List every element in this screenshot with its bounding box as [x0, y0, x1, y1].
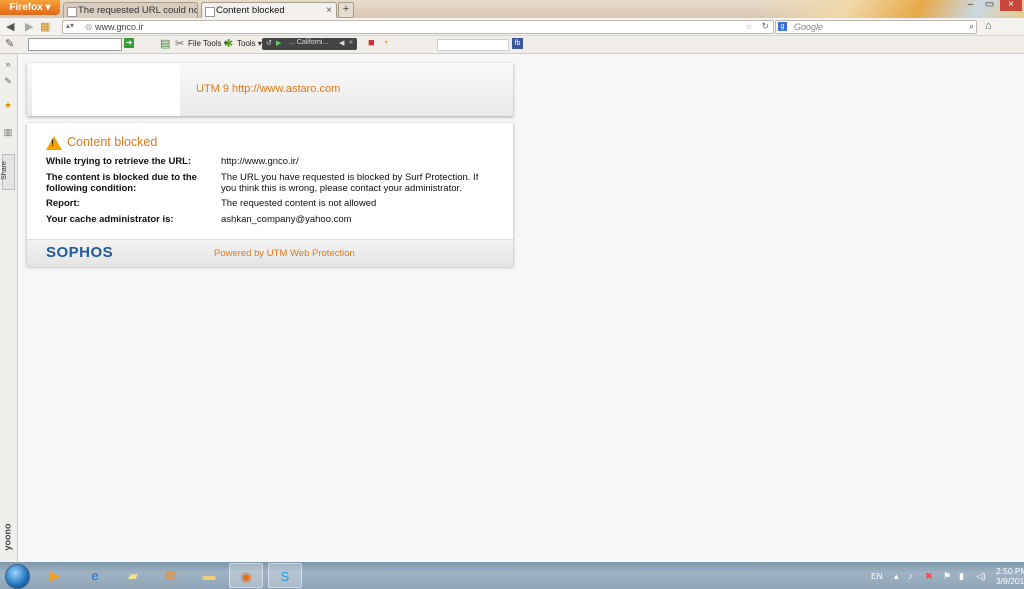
clock[interactable]: 2:50 PM 3/9/2013	[996, 566, 1024, 586]
windows-taskbar: ▶ e ▰ ✉ ▬ ◉ S EN ▴ ♪ ✖ ⚑ ▮ ◁) 2:50 PM 3/…	[0, 562, 1024, 589]
file-tools-menu[interactable]: File Tools ▾	[188, 39, 228, 48]
blocked-message-panel: ! Content blocked While trying to retrie…	[27, 123, 513, 267]
back-icon[interactable]: ◀	[6, 20, 14, 33]
search-bar[interactable]: g Google ⌕	[775, 20, 977, 34]
pacman-icon[interactable]: ◔	[382, 37, 389, 49]
outlook-icon[interactable]: ✉	[154, 563, 188, 588]
clock-time: 2:50 PM	[996, 566, 1024, 576]
network-error-icon[interactable]: ✖	[925, 571, 933, 582]
clock-date: 3/9/2013	[996, 576, 1024, 586]
warning-icon	[46, 136, 62, 150]
volume-icon[interactable]: ◀	[339, 39, 344, 47]
search-input[interactable]: Google	[794, 21, 823, 33]
pen-icon[interactable]: ✎	[5, 37, 14, 50]
globe-icon: ◎	[85, 22, 92, 31]
document-icon[interactable]: ▤	[160, 37, 170, 50]
close-window-button[interactable]: ×	[1000, 0, 1022, 11]
tab-content-blocked[interactable]: Content blocked ×	[201, 2, 337, 18]
admin-email: ashkan_company@yahoo.com	[221, 214, 352, 225]
language-indicator[interactable]: EN	[871, 571, 883, 581]
search-engine-icon[interactable]: g	[778, 22, 787, 31]
toolbar-search-input[interactable]	[437, 39, 509, 51]
addon-icon[interactable]: ■	[368, 37, 375, 49]
next-icon[interactable]: »	[349, 39, 353, 46]
facebook-button[interactable]: fb	[512, 38, 523, 49]
bookmark-star-icon[interactable]: ☆	[745, 21, 753, 32]
signal-icon[interactable]: ▮	[959, 571, 964, 582]
sophos-logo: SOPHOS	[46, 244, 114, 261]
file-tools-icon: ✂	[175, 38, 185, 50]
page-title: Content blocked	[67, 135, 158, 149]
new-tab-button[interactable]: +	[338, 2, 354, 18]
tools-menu[interactable]: Tools ▾	[237, 39, 262, 48]
panel-footer: SOPHOS Powered by UTM Web Protection	[27, 239, 513, 267]
navigation-bar: ◀ ▶ ▦ ▴▾ ◎ www.gnco.ir ☆ ↻ g Google ⌕ ⌂	[0, 18, 1024, 36]
page-icon	[67, 7, 77, 17]
site-identity-icon[interactable]: ▴▾	[66, 21, 74, 30]
header-link[interactable]: UTM 9 http://www.astaro.com	[196, 83, 340, 95]
yoono-sidebar: » ✎ ★ ▥ Share yoono	[0, 54, 18, 562]
repeat-icon[interactable]: ↺	[266, 39, 272, 47]
skype-icon[interactable]: S	[268, 563, 302, 588]
share-button[interactable]: Share	[1, 154, 15, 190]
internet-explorer-icon[interactable]: e	[78, 563, 112, 588]
volume-icon[interactable]: ◁)	[976, 571, 986, 582]
reload-icon[interactable]: ↻	[761, 21, 769, 32]
address-bar[interactable]: ▴▾ ◎ www.gnco.ir ☆ ↻	[62, 20, 774, 34]
firefox-menu-button[interactable]: Firefox ▾	[0, 0, 60, 15]
home-icon[interactable]: ⌂	[985, 20, 992, 32]
admin-label: Your cache administrator is:	[46, 214, 174, 225]
warning-icon-mark: !	[51, 138, 54, 148]
gear-icon: ✱	[224, 38, 234, 50]
tray-expand-icon[interactable]: ▴	[894, 571, 899, 582]
condition-value: The URL you have requested is blocked by…	[221, 172, 479, 194]
go-arrow-icon[interactable]: ➜	[124, 38, 134, 48]
yoono-logo: yoono	[2, 523, 13, 551]
report-label: Report:	[46, 198, 80, 209]
tab-label: The requested URL could not ...	[78, 5, 197, 16]
forward-icon[interactable]: ▶	[25, 20, 33, 33]
speaker-tray-icon[interactable]: ♪	[908, 571, 913, 581]
player-track: ... Californi...	[289, 39, 329, 46]
play-icon[interactable]: ▶	[276, 39, 281, 47]
expand-icon[interactable]: »	[3, 59, 13, 69]
star-icon[interactable]: ★	[3, 100, 13, 110]
toolbar-combo-input[interactable]	[28, 38, 122, 51]
url-value: http://www.gnco.ir/	[221, 156, 299, 167]
page-icon	[205, 7, 215, 17]
firefox-taskbar-icon[interactable]: ◉	[229, 563, 263, 588]
flag-icon[interactable]: ⚑	[943, 571, 951, 582]
panel-icon[interactable]: ▥	[3, 127, 13, 137]
edit-icon[interactable]: ✎	[3, 76, 13, 86]
url-text[interactable]: www.gnco.ir	[95, 21, 144, 33]
maximize-window-button[interactable]: ▭	[981, 0, 998, 11]
addon-toolbar: ✎ ➜ ▤ ✂ File Tools ▾ ✱ Tools ▾ ↺ ▶ ... C…	[0, 36, 1024, 54]
close-tab-icon[interactable]: ×	[326, 3, 332, 18]
header-logo-area	[32, 63, 180, 116]
report-value: The requested content is not allowed	[221, 198, 377, 209]
tab-requested-url[interactable]: The requested URL could not ...	[63, 2, 198, 18]
start-button[interactable]	[5, 564, 30, 589]
tab-label: Content blocked	[216, 5, 285, 16]
search-icon[interactable]: ⌕	[969, 21, 974, 32]
utm-header: UTM 9 http://www.astaro.com	[27, 63, 513, 116]
media-player[interactable]: ↺ ▶ ... Californi... ◀ »	[262, 38, 357, 50]
media-player-icon[interactable]: ▶	[38, 563, 72, 588]
feed-icon[interactable]: ▦	[40, 20, 50, 33]
title-bar: Firefox ▾ The requested URL could not ..…	[0, 0, 1024, 18]
notes-icon[interactable]: ▰	[116, 563, 150, 588]
powered-by-text: Powered by UTM Web Protection	[214, 248, 355, 259]
url-label: While trying to retrieve the URL:	[46, 156, 192, 167]
condition-label: The content is blocked due to the follow…	[46, 172, 197, 194]
folder-icon[interactable]: ▬	[192, 563, 226, 588]
minimize-window-button[interactable]: –	[962, 0, 979, 11]
